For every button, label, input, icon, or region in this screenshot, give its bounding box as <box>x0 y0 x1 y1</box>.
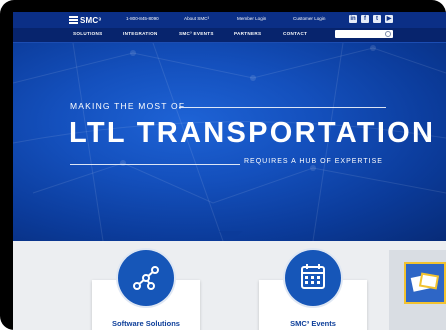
search-input[interactable] <box>335 30 393 38</box>
nav-partners[interactable]: PARTNERS <box>234 31 261 36</box>
phone-link[interactable]: 1-800-845-8090 <box>126 16 159 21</box>
main-nav: SOLUTIONS INTEGRATION SMC³ EVENTS PARTNE… <box>13 28 446 43</box>
youtube-icon[interactable]: ▶ <box>385 15 393 23</box>
utility-bar: SMC³ 1-800-845-8090 About SMC³ Member Lo… <box>13 12 446 28</box>
hero-pointer <box>219 231 243 241</box>
nav-integration[interactable]: INTEGRATION <box>123 31 158 36</box>
smc3-logo[interactable]: SMC³ <box>69 14 101 26</box>
subline-rule <box>70 164 240 165</box>
nav-solutions[interactable]: SOLUTIONS <box>73 31 103 36</box>
search-icon[interactable] <box>385 31 391 37</box>
linkedin-icon[interactable]: in <box>349 15 357 23</box>
browser-viewport: SMC³ 1-800-845-8090 About SMC³ Member Lo… <box>13 12 446 330</box>
smc3-events-title[interactable]: SMC³ Events <box>259 319 367 328</box>
hero-eyebrow: MAKING THE MOST OF <box>70 101 186 111</box>
map-cards-icon <box>404 262 446 304</box>
nav-smc3-events[interactable]: SMC³ EVENTS <box>179 31 214 36</box>
software-solutions-title[interactable]: Software Solutions <box>92 319 200 328</box>
logo-text: SMC³ <box>80 15 102 25</box>
facebook-icon[interactable]: f <box>361 15 369 23</box>
hero-banner: MAKING THE MOST OF LTL TRANSPORTATION RE… <box>13 43 446 241</box>
network-nodes-icon <box>118 250 174 306</box>
member-login-link[interactable]: Member Login <box>237 16 266 21</box>
twitter-icon[interactable]: t <box>373 15 381 23</box>
calendar-icon <box>285 250 341 306</box>
about-link[interactable]: About SMC³ <box>184 16 209 21</box>
customer-login-link[interactable]: Customer Login <box>293 16 325 21</box>
hero-subline: REQUIRES A HUB OF EXPERTISE <box>244 158 383 165</box>
nav-contact[interactable]: CONTACT <box>283 31 307 36</box>
logo-mark-icon <box>69 16 78 24</box>
eyebrow-rule <box>179 107 386 108</box>
hero-headline: LTL TRANSPORTATION <box>69 117 436 149</box>
